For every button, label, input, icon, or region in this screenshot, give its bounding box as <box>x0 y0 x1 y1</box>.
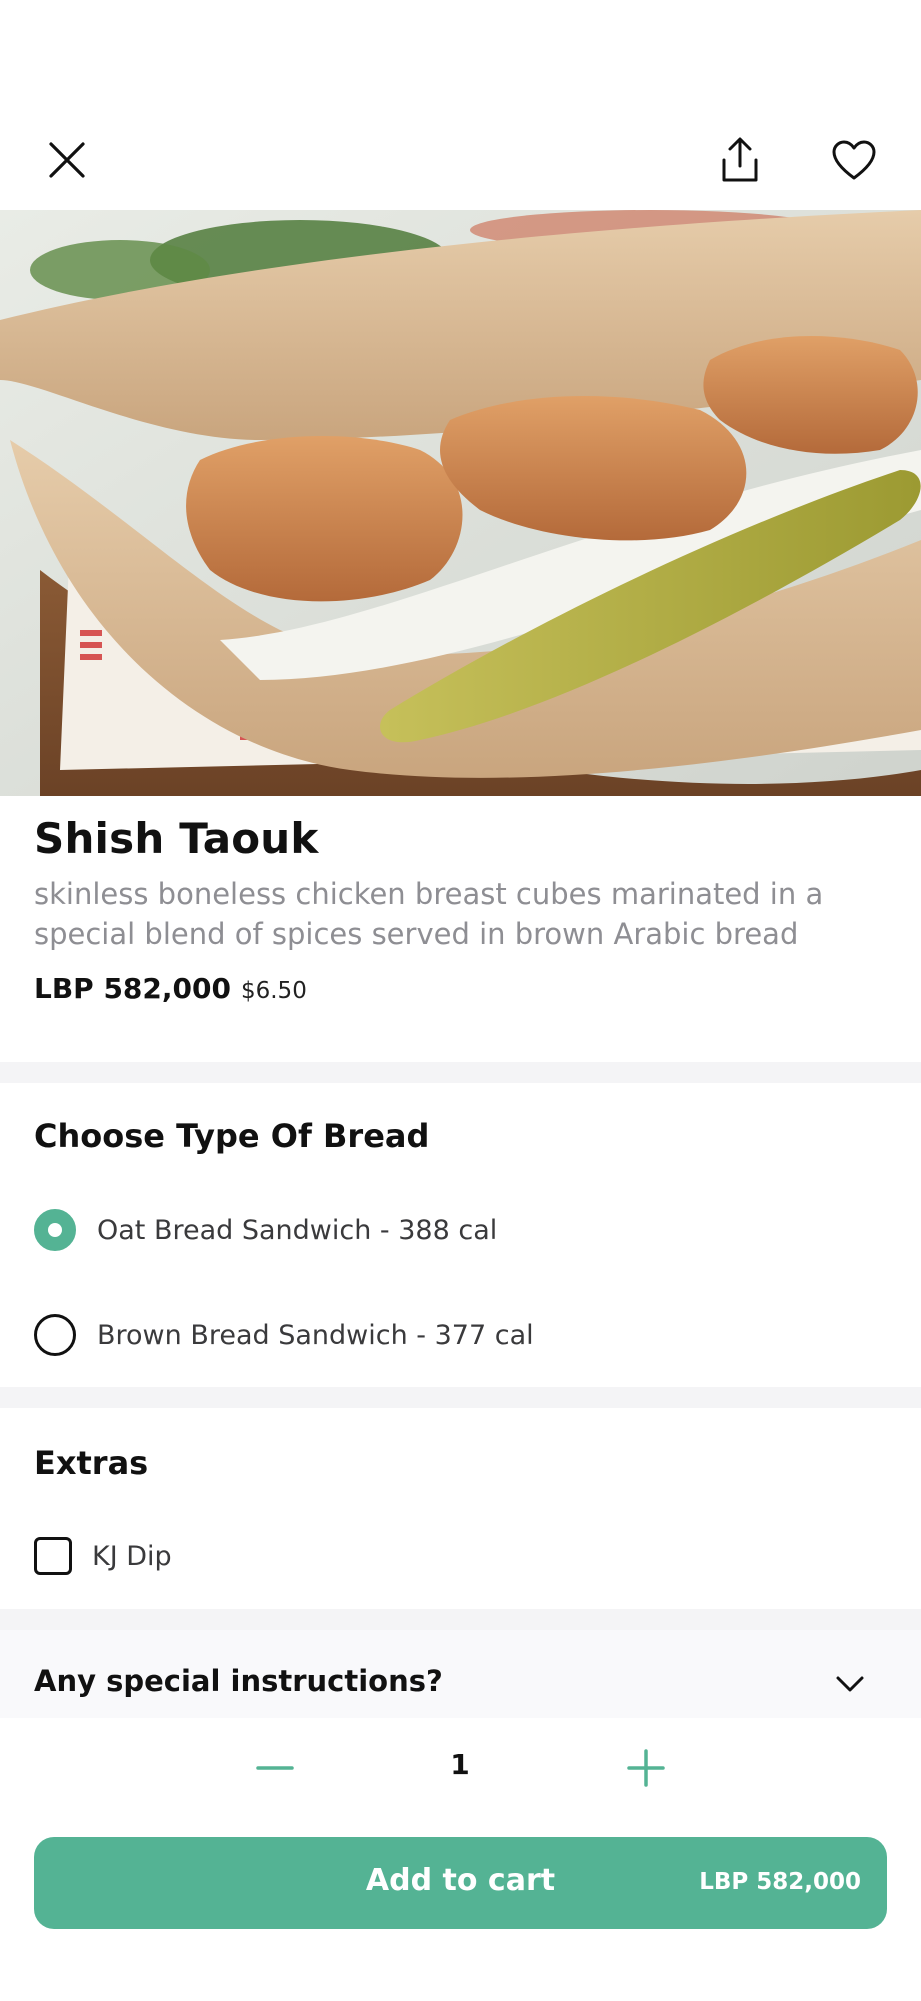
favorite-button[interactable] <box>820 128 888 192</box>
plus-icon <box>627 1749 665 1787</box>
heart-icon <box>832 140 876 180</box>
radio-selected-icon <box>34 1209 76 1251</box>
share-icon <box>722 137 758 182</box>
share-button[interactable] <box>708 128 772 192</box>
extras-section: Extras KJ Dip <box>0 1408 921 1609</box>
minus-icon <box>256 1766 294 1770</box>
cart-total-price: LBP 582,000 <box>699 1869 861 1895</box>
product-description: skinless boneless chicken breast cubes m… <box>34 877 824 951</box>
price-row: LBP 582,000 $6.50 <box>34 972 307 1005</box>
bread-option-brown[interactable]: Brown Bread Sandwich - 377 cal <box>34 1314 534 1356</box>
product-info: Shish Taouk skinless boneless chicken br… <box>0 796 921 1062</box>
checkbox-icon <box>34 1537 72 1575</box>
price-usd: $6.50 <box>240 978 307 1004</box>
special-instructions-label: Any special instructions? <box>34 1664 443 1698</box>
bread-option-label: Oat Bread Sandwich - 388 cal <box>97 1214 498 1246</box>
decrease-quantity-button[interactable] <box>247 1740 303 1796</box>
price-lbp: LBP 582,000 <box>34 972 231 1005</box>
bread-option-label: Brown Bread Sandwich - 377 cal <box>97 1319 534 1351</box>
extra-item-label: KJ Dip <box>92 1540 172 1572</box>
bread-option-oat[interactable]: Oat Bread Sandwich - 388 cal <box>34 1209 497 1251</box>
close-icon <box>49 142 85 178</box>
bread-section: Choose Type Of Bread Oat Bread Sandwich … <box>0 1083 921 1387</box>
product-image <box>0 210 921 796</box>
extra-item-kj-dip[interactable]: KJ Dip <box>34 1537 172 1575</box>
chevron-down-icon <box>836 1676 864 1692</box>
quantity-value: 1 <box>450 1748 470 1781</box>
add-to-cart-button[interactable]: Add to cart LBP 582,000 <box>34 1837 887 1929</box>
increase-quantity-button[interactable] <box>618 1740 674 1796</box>
top-bar <box>0 0 921 210</box>
special-instructions-toggle[interactable]: Any special instructions? <box>0 1630 921 1718</box>
section-divider <box>0 1387 921 1408</box>
radio-unselected-icon <box>34 1314 76 1356</box>
extras-section-title: Extras <box>34 1444 149 1482</box>
quantity-stepper: 1 <box>0 1718 921 1838</box>
product-title: Shish Taouk <box>34 814 319 863</box>
close-button[interactable] <box>35 128 99 192</box>
section-divider <box>0 1609 921 1630</box>
section-divider <box>0 1062 921 1083</box>
bread-section-title: Choose Type Of Bread <box>34 1117 430 1155</box>
